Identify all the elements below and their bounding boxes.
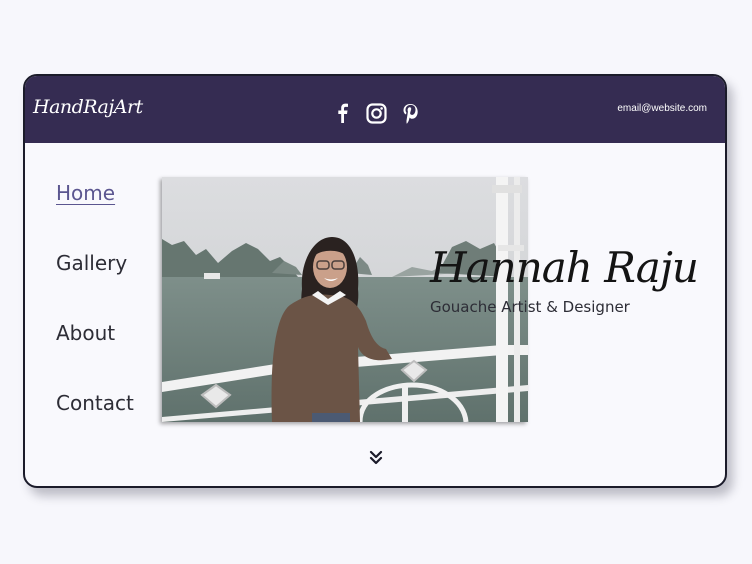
site-frame: HandRajArt email@website.com Home Galler… (23, 74, 727, 488)
pinterest-icon[interactable] (399, 102, 421, 124)
nav-item-home[interactable]: Home (56, 181, 134, 251)
site-header: HandRajArt email@website.com (25, 76, 725, 143)
instagram-icon[interactable] (365, 102, 387, 124)
site-logo[interactable]: HandRajArt (33, 96, 143, 118)
nav-item-about[interactable]: About (56, 321, 134, 391)
double-chevron-down-icon[interactable] (368, 449, 384, 467)
main-nav: Home Gallery About Contact (56, 181, 134, 461)
hero-name: Hannah Raju (430, 243, 699, 292)
nav-item-contact[interactable]: Contact (56, 391, 134, 461)
nav-item-gallery[interactable]: Gallery (56, 251, 134, 321)
contact-email-link[interactable]: email@website.com (617, 103, 707, 114)
social-links (331, 102, 421, 124)
hero-subtitle: Gouache Artist & Designer (430, 298, 630, 316)
facebook-icon[interactable] (331, 102, 353, 124)
